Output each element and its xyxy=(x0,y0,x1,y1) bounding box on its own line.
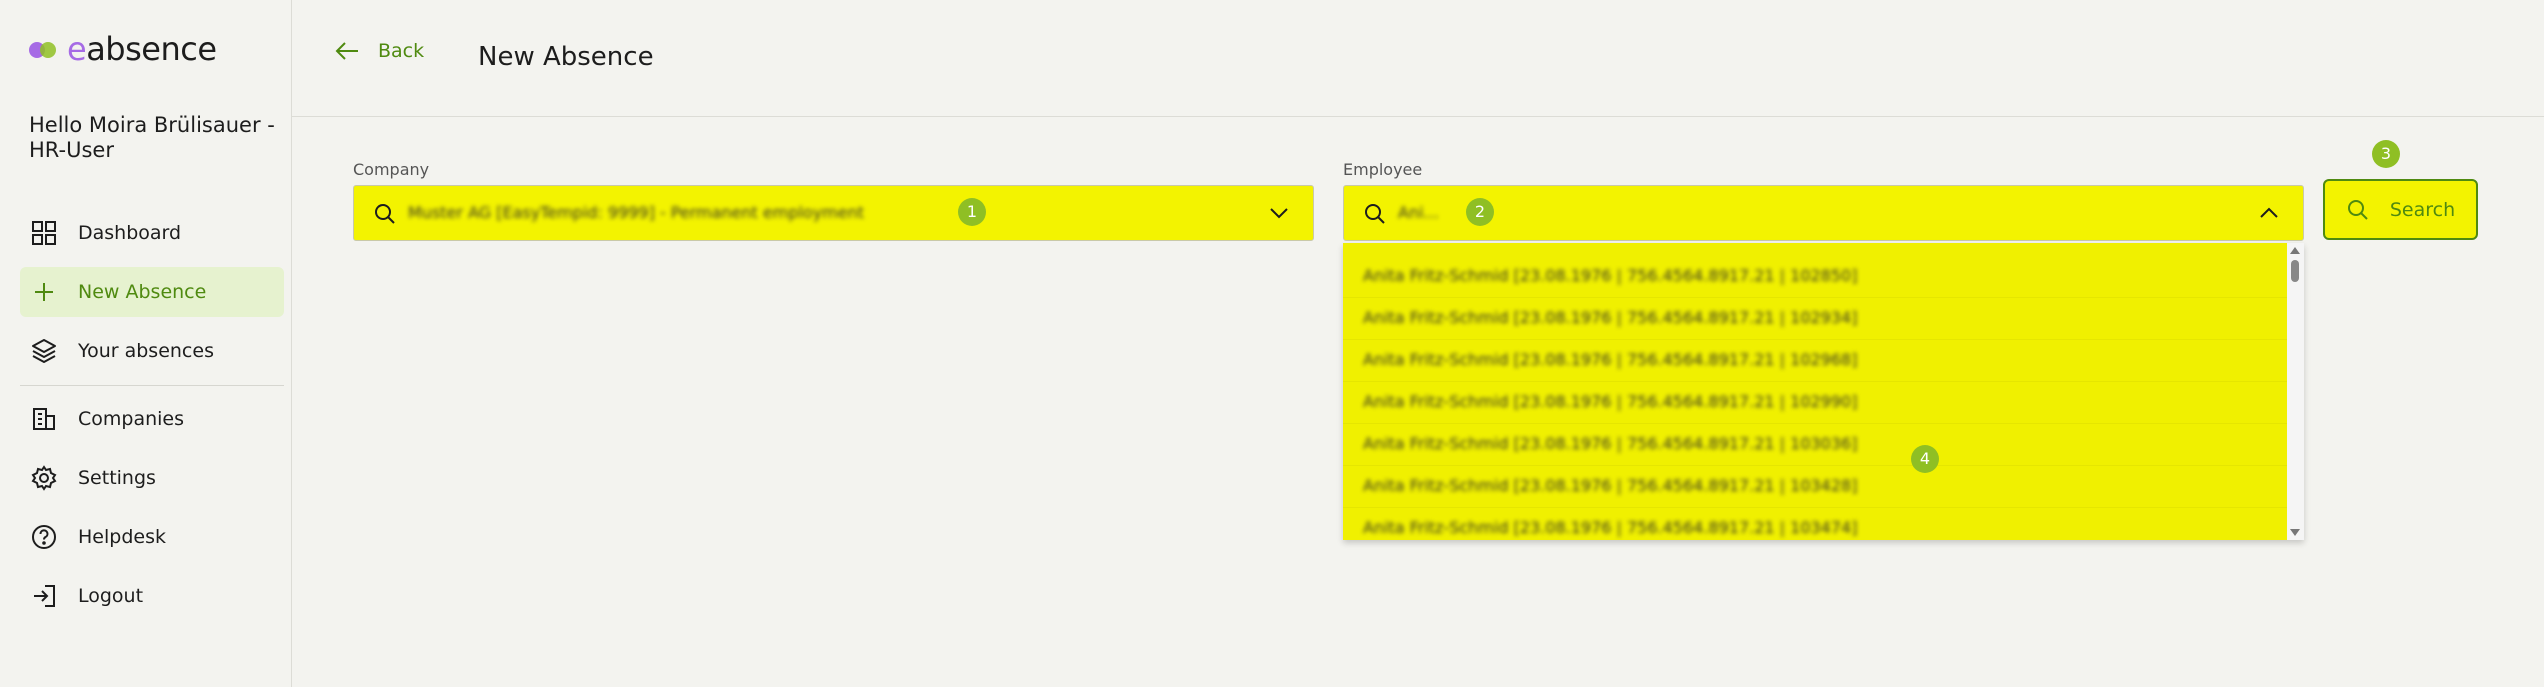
list-item[interactable]: Anita Fritz-Schmid [23.08.1976 | 756.456… xyxy=(1343,465,2287,508)
gear-icon xyxy=(30,464,58,492)
search-icon xyxy=(2347,199,2368,220)
scroll-thumb[interactable] xyxy=(2291,260,2299,282)
scroll-down-arrow-icon[interactable] xyxy=(2290,529,2300,536)
back-label: Back xyxy=(378,40,425,62)
sidebar-item-label: Companies xyxy=(78,408,185,430)
step-badge-4: 4 xyxy=(1911,445,1939,473)
logo-mark-icon xyxy=(29,40,59,58)
list-item[interactable]: Anita Fritz-Schmid [23.08.1976 | 756.456… xyxy=(1343,255,2287,298)
sidebar-item-settings[interactable]: Settings xyxy=(20,453,284,503)
back-button[interactable]: Back xyxy=(334,40,424,62)
dashboard-grid-icon xyxy=(30,219,58,247)
help-circle-icon xyxy=(30,523,58,551)
list-item[interactable]: Anita Fritz-Schmid [23.08.1976 | 756.456… xyxy=(1343,297,2287,340)
employee-search-input[interactable]: Ani... xyxy=(1398,203,1439,222)
sidebar-divider xyxy=(20,385,284,386)
employee-label: Employee xyxy=(1343,160,1423,179)
step-badge-1: 1 xyxy=(958,198,986,226)
sidebar-item-label: Your absences xyxy=(78,340,214,362)
list-item[interactable]: Anita Fritz-Schmid [23.08.1976 | 756.456… xyxy=(1343,507,2287,540)
page-header: Back New Absence xyxy=(292,0,2544,117)
dropdown-scrollbar[interactable] xyxy=(2287,243,2304,540)
arrow-left-icon xyxy=(335,42,358,60)
chevron-down-icon[interactable] xyxy=(1269,206,1289,220)
search-icon xyxy=(1365,204,1385,224)
chevron-up-icon[interactable] xyxy=(2259,206,2279,220)
scroll-up-arrow-icon[interactable] xyxy=(2290,247,2300,254)
sidebar: eabsence Hello Moira Brülisauer - HR-Use… xyxy=(0,0,292,687)
list-item[interactable]: Anita Fritz-Schmid [23.08.1976 | 756.456… xyxy=(1343,381,2287,424)
sidebar-nav: Dashboard New Absence Your absences Comp… xyxy=(20,208,284,630)
sidebar-item-helpdesk[interactable]: Helpdesk xyxy=(20,512,284,562)
sidebar-item-your-absences[interactable]: Your absences xyxy=(20,326,284,376)
list-item[interactable]: Anita Fritz-Schmid [23.08.1976 | 756.456… xyxy=(1343,423,2287,466)
brand-logo[interactable]: eabsence xyxy=(29,32,217,66)
building-icon xyxy=(30,405,58,433)
step-badge-3: 3 xyxy=(2372,140,2400,168)
sidebar-item-label: Helpdesk xyxy=(78,526,166,548)
sidebar-item-new-absence[interactable]: New Absence xyxy=(20,267,284,317)
list-item[interactable]: Anita Fritz-Schmid [23.08.1976 | 756.456… xyxy=(1343,339,2287,382)
user-greeting: Hello Moira Brülisauer - HR-User xyxy=(29,113,275,162)
sidebar-item-label: Settings xyxy=(78,467,156,489)
page-title: New Absence xyxy=(478,42,654,72)
search-icon xyxy=(375,204,395,224)
sidebar-item-dashboard[interactable]: Dashboard xyxy=(20,208,284,258)
search-button-label: Search xyxy=(2389,198,2456,221)
brand-name: eabsence xyxy=(67,30,217,68)
sidebar-item-label: Dashboard xyxy=(78,222,182,244)
company-value: Muster AG [EasyTempid: 9999] - Permanent… xyxy=(408,203,865,222)
layers-icon xyxy=(30,337,58,365)
sidebar-item-companies[interactable]: Companies xyxy=(20,394,284,444)
plus-icon xyxy=(30,278,58,306)
sidebar-item-label: Logout xyxy=(78,585,144,607)
logout-icon xyxy=(30,582,58,610)
company-select[interactable]: Muster AG [EasyTempid: 9999] - Permanent… xyxy=(353,185,1314,241)
sidebar-item-logout[interactable]: Logout xyxy=(20,571,284,621)
employee-options-list: Anita Fritz-Schmid [23.08.1976 | 756.456… xyxy=(1343,243,2304,540)
step-badge-2: 2 xyxy=(1466,198,1494,226)
company-label: Company xyxy=(353,160,430,179)
sidebar-item-label: New Absence xyxy=(78,281,207,303)
search-button[interactable]: Search xyxy=(2323,179,2478,240)
